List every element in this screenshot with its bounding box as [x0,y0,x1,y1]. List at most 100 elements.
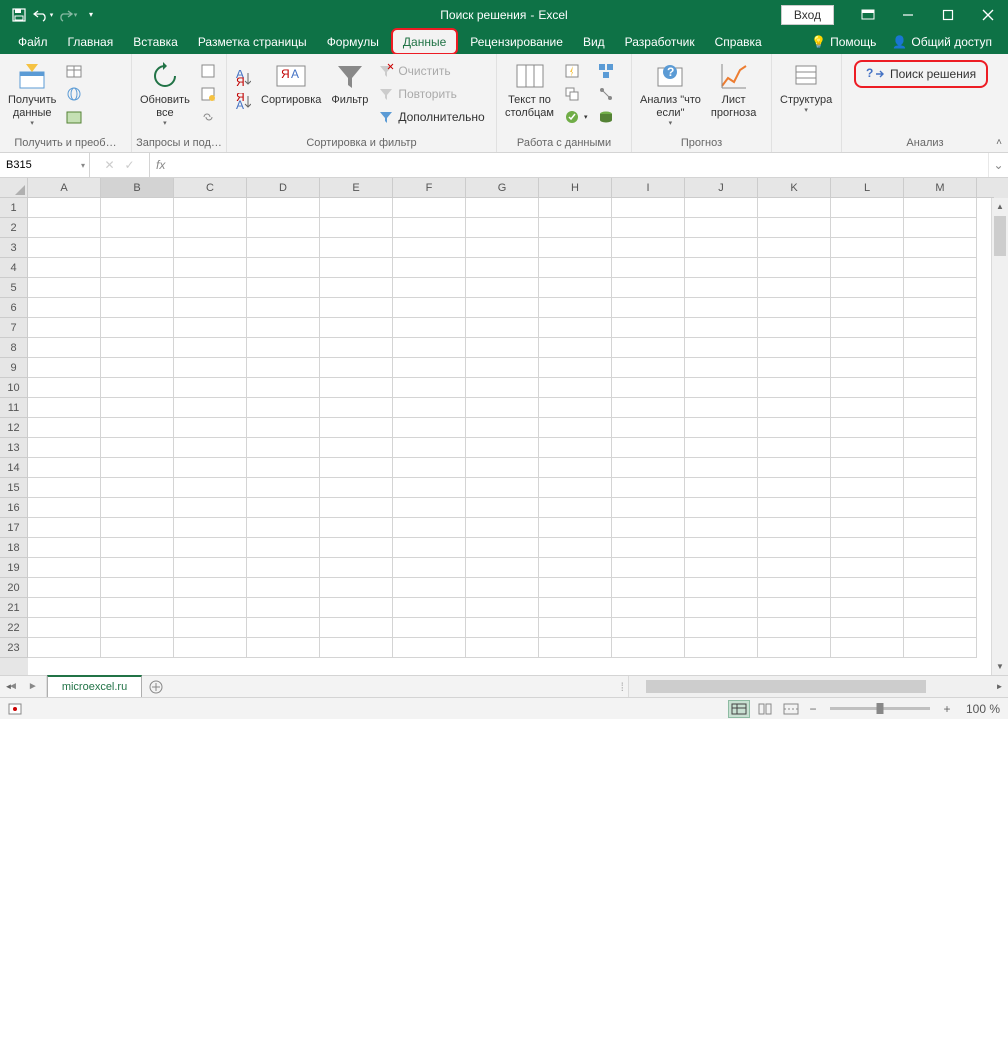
cell[interactable] [539,198,612,218]
cell[interactable] [466,278,539,298]
minimize-icon[interactable] [888,0,928,29]
cell[interactable] [539,358,612,378]
cell[interactable] [831,318,904,338]
cell[interactable] [758,398,831,418]
cell[interactable] [101,378,174,398]
cell[interactable] [466,258,539,278]
cells-area[interactable] [28,198,991,675]
cell[interactable] [904,458,977,478]
undo-icon[interactable]: ▾ [32,4,54,26]
cell[interactable] [612,478,685,498]
cell[interactable] [612,298,685,318]
cell[interactable] [393,418,466,438]
cell[interactable] [539,298,612,318]
cell[interactable] [101,498,174,518]
cell[interactable] [685,198,758,218]
cell[interactable] [758,618,831,638]
cell[interactable] [904,258,977,278]
cell[interactable] [466,218,539,238]
cell[interactable] [247,398,320,418]
cell[interactable] [393,598,466,618]
column-header[interactable]: H [539,178,612,198]
cell[interactable] [320,578,393,598]
cell[interactable] [466,338,539,358]
cell[interactable] [101,338,174,358]
cell[interactable] [28,298,101,318]
cell[interactable] [101,518,174,538]
column-header[interactable]: M [904,178,977,198]
cell[interactable] [174,318,247,338]
cell[interactable] [758,478,831,498]
cell[interactable] [831,558,904,578]
cell[interactable] [758,538,831,558]
cell[interactable] [831,378,904,398]
cell[interactable] [28,278,101,298]
what-if-button[interactable]: ? Анализ "что если" ▾ [636,58,705,131]
tab-view[interactable]: Вид [573,29,615,54]
from-web-button[interactable] [62,83,86,105]
cell[interactable] [904,558,977,578]
name-box[interactable]: B315 [0,153,90,177]
cell[interactable] [28,578,101,598]
cell[interactable] [685,278,758,298]
cell[interactable] [174,398,247,418]
cell[interactable] [904,598,977,618]
forecast-button[interactable]: Лист прогноза [707,58,760,122]
cell[interactable] [831,618,904,638]
cell[interactable] [101,218,174,238]
cell[interactable] [174,298,247,318]
cell[interactable] [831,578,904,598]
cell[interactable] [612,398,685,418]
column-header[interactable]: E [320,178,393,198]
new-sheet-button[interactable] [142,676,170,697]
login-button[interactable]: Вход [781,5,834,25]
cell[interactable] [101,358,174,378]
cell[interactable] [904,578,977,598]
cell[interactable] [831,218,904,238]
column-header[interactable]: K [758,178,831,198]
cell[interactable] [28,638,101,658]
flash-fill-button[interactable] [560,60,592,82]
cell[interactable] [393,618,466,638]
cell[interactable] [466,378,539,398]
vscroll-thumb[interactable] [994,216,1006,256]
filter-button[interactable]: Фильтр [327,58,372,109]
cell[interactable] [393,198,466,218]
cell[interactable] [904,638,977,658]
scroll-up-icon[interactable]: ▲ [992,198,1008,215]
tab-file[interactable]: Файл [8,29,58,54]
maximize-icon[interactable] [928,0,968,29]
cell[interactable] [758,238,831,258]
cell[interactable] [320,338,393,358]
cell[interactable] [466,358,539,378]
cell[interactable] [685,438,758,458]
enter-formula-icon[interactable]: ✓ [125,158,135,172]
cell[interactable] [539,398,612,418]
cell[interactable] [28,498,101,518]
cell[interactable] [758,598,831,618]
cell[interactable] [539,518,612,538]
cell[interactable] [393,638,466,658]
cell[interactable] [612,438,685,458]
cell[interactable] [174,618,247,638]
cell[interactable] [28,378,101,398]
cell[interactable] [174,378,247,398]
cell[interactable] [612,458,685,478]
solver-button[interactable]: ? Поиск решения [854,60,988,88]
cell[interactable] [904,198,977,218]
expand-formula-icon[interactable]: ⌄ [988,153,1008,177]
cell[interactable] [247,358,320,378]
cell[interactable] [174,338,247,358]
cell[interactable] [612,258,685,278]
cell[interactable] [904,618,977,638]
cell[interactable] [320,398,393,418]
cell[interactable] [101,238,174,258]
cell[interactable] [101,198,174,218]
cell[interactable] [101,398,174,418]
cell[interactable] [539,338,612,358]
edit-links-button[interactable] [196,106,220,128]
cell[interactable] [101,578,174,598]
cell[interactable] [612,358,685,378]
cell[interactable] [28,398,101,418]
cell[interactable] [539,418,612,438]
